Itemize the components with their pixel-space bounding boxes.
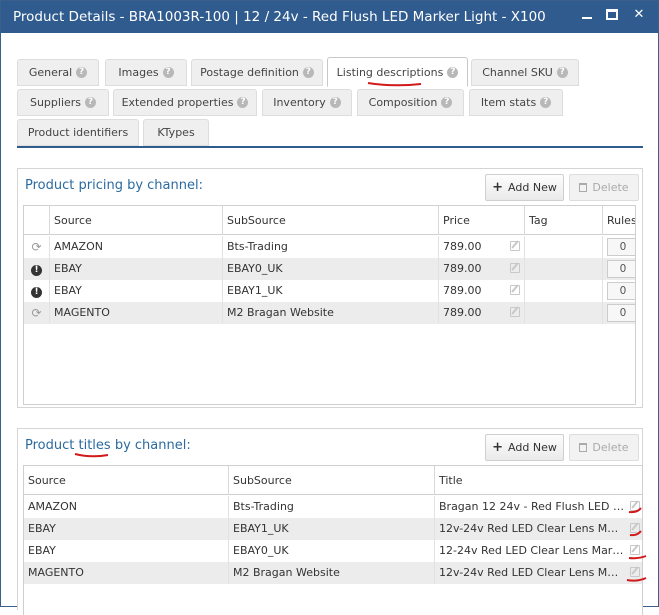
row-edit-mark [628,555,647,560]
product-details-window: Product Details - BRA1003R-100 | 12 / 24… [0,0,659,615]
row-edit-mark [629,530,642,537]
titles-underline-mark [74,453,109,458]
listing-descriptions-underline-mark [367,82,422,87]
annotation-overlay [74,82,647,582]
row-edit-mark [628,507,642,514]
row-edit-mark [626,577,647,582]
